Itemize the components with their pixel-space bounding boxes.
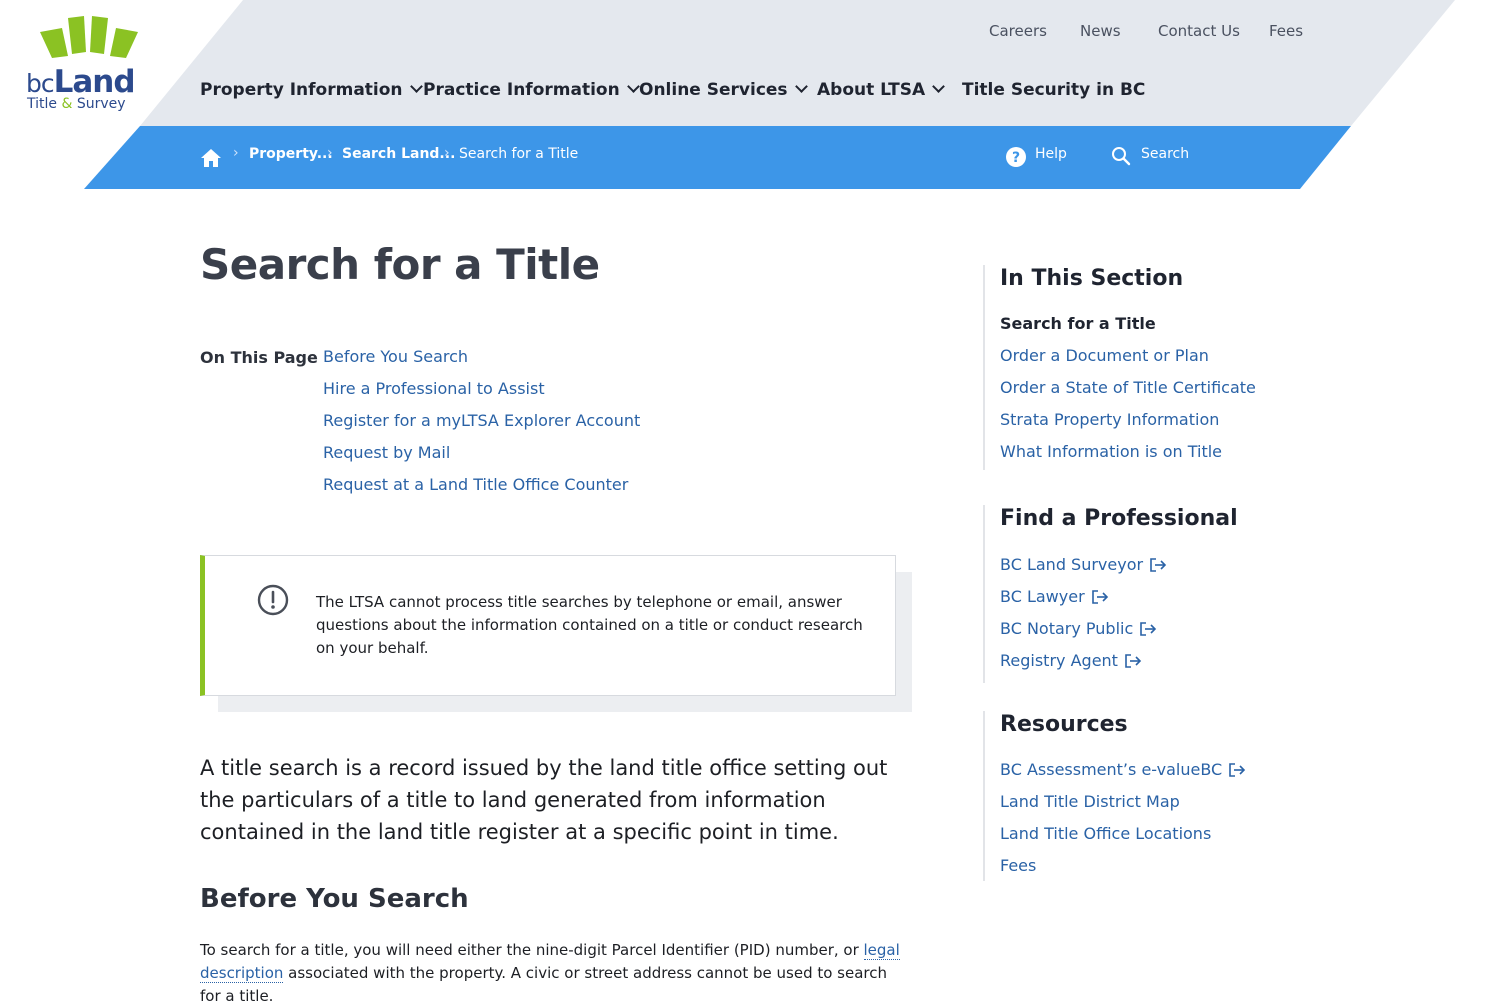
sidebar-list-resources: BC Assessment’s e-valueBC Land Title Dis… [1000, 760, 1246, 888]
on-this-page-link[interactable]: Before You Search [323, 347, 640, 379]
util-link-fees[interactable]: Fees [1269, 22, 1303, 40]
notice-text: The LTSA cannot process title searches b… [316, 593, 863, 657]
sidebar-item-external[interactable]: BC Land Surveyor [1000, 555, 1167, 587]
page-title: Search for a Title [200, 240, 600, 289]
sidebar-item-link[interactable]: Order a State of Title Certificate [1000, 378, 1256, 410]
sidebar-item-external[interactable]: Registry Agent [1000, 651, 1167, 683]
external-link-icon [1229, 763, 1246, 777]
sidebar-item-link[interactable]: Land Title Office Locations [1000, 824, 1246, 856]
on-this-page-link[interactable]: Request by Mail [323, 443, 640, 475]
home-icon[interactable] [200, 148, 222, 168]
nav-online-services[interactable]: Online Services [639, 80, 808, 100]
on-this-page-link[interactable]: Register for a myLTSA Explorer Account [323, 411, 640, 443]
logo-mark-icon [40, 16, 138, 58]
chevron-down-icon [409, 80, 423, 93]
para-text: associated with the property. A civic or… [200, 964, 888, 1005]
util-link-contact-us[interactable]: Contact Us [1158, 22, 1240, 40]
external-link-icon [1150, 558, 1167, 572]
nav-label: About LTSA [817, 80, 926, 100]
breadcrumb-separator: › [233, 145, 239, 161]
sidebar-item-link[interactable]: Strata Property Information [1000, 410, 1256, 442]
notice-box: The LTSA cannot process title searches b… [200, 555, 896, 696]
nav-property-information[interactable]: Property Information [200, 80, 423, 100]
sidebar-item-link[interactable]: Order a Document or Plan [1000, 346, 1256, 378]
nav-label: Property Information [200, 80, 403, 100]
logo-wordmark: bcLand [26, 64, 136, 100]
on-this-page-list: Before You Search Hire a Professional to… [323, 347, 640, 507]
on-this-page-link[interactable]: Request at a Land Title Office Counter [323, 475, 640, 507]
help-link[interactable]: Help [1035, 146, 1067, 162]
site-logo[interactable]: bcLand Title & Survey [26, 14, 146, 114]
sidebar-item-label: BC Assessment’s e-valueBC [1000, 760, 1223, 779]
para-text: To search for a title, you will need eit… [200, 941, 864, 959]
nav-practice-information[interactable]: Practice Information [423, 80, 640, 100]
sidebar-list-in-this-section: Search for a Title Order a Document or P… [1000, 314, 1256, 474]
search-icon[interactable] [1111, 146, 1131, 166]
breadcrumb-property[interactable]: Property... [249, 146, 333, 162]
sidebar-divider [983, 265, 985, 470]
body-paragraph: To search for a title, you will need eit… [200, 939, 900, 1008]
lead-paragraph: A title search is a record issued by the… [200, 756, 888, 844]
alert-icon [257, 584, 289, 616]
sidebar-heading-in-this-section: In This Section [1000, 266, 1184, 291]
svg-text:?: ? [1012, 150, 1020, 166]
help-icon[interactable]: ? [1005, 146, 1027, 168]
util-link-news[interactable]: News [1080, 22, 1121, 40]
nav-about-ltsa[interactable]: About LTSA [817, 80, 946, 100]
sidebar-item-link[interactable]: Land Title District Map [1000, 792, 1246, 824]
sidebar-item-label: BC Lawyer [1000, 587, 1085, 606]
external-link-icon [1140, 622, 1157, 636]
sidebar-divider [983, 711, 985, 881]
breadcrumb-separator: › [444, 145, 450, 161]
sidebar-item-external[interactable]: BC Notary Public [1000, 619, 1167, 651]
sidebar-item-external[interactable]: BC Lawyer [1000, 587, 1167, 619]
sidebar-item-link[interactable]: What Information is on Title [1000, 442, 1256, 474]
external-link-icon [1125, 654, 1142, 668]
on-this-page-link[interactable]: Hire a Professional to Assist [323, 379, 640, 411]
sidebar-heading-find-professional: Find a Professional [1000, 506, 1238, 531]
breadcrumb-current: Search for a Title [459, 146, 579, 162]
sidebar-list-find-professional: BC Land Surveyor BC Lawyer BC Notary Pub… [1000, 555, 1167, 683]
sidebar-item-external[interactable]: BC Assessment’s e-valueBC [1000, 760, 1246, 792]
sidebar-item-label: BC Notary Public [1000, 619, 1134, 638]
breadcrumb-search-land[interactable]: Search Land... [342, 146, 455, 162]
sidebar-item-link[interactable]: Fees [1000, 856, 1246, 888]
chevron-down-icon [626, 80, 640, 93]
nav-label: Title Security in BC [962, 80, 1146, 100]
sidebar-heading-resources: Resources [1000, 712, 1128, 737]
section-heading-before-you-search: Before You Search [200, 884, 469, 914]
sidebar-item-label: Registry Agent [1000, 651, 1118, 670]
search-link[interactable]: Search [1141, 146, 1189, 162]
logo-tagline: Title & Survey [27, 96, 126, 112]
nav-label: Online Services [639, 80, 788, 100]
sidebar-item-current: Search for a Title [1000, 314, 1156, 333]
on-this-page-label: On This Page [200, 348, 318, 367]
util-link-careers[interactable]: Careers [989, 22, 1047, 40]
external-link-icon [1091, 590, 1108, 604]
nav-title-security[interactable]: Title Security in BC [962, 80, 1145, 100]
sidebar-item-label: BC Land Surveyor [1000, 555, 1144, 574]
breadcrumb-separator: › [327, 145, 333, 161]
sidebar-divider [983, 505, 985, 683]
chevron-down-icon [932, 80, 946, 93]
nav-label: Practice Information [423, 80, 620, 100]
chevron-down-icon [794, 80, 808, 93]
